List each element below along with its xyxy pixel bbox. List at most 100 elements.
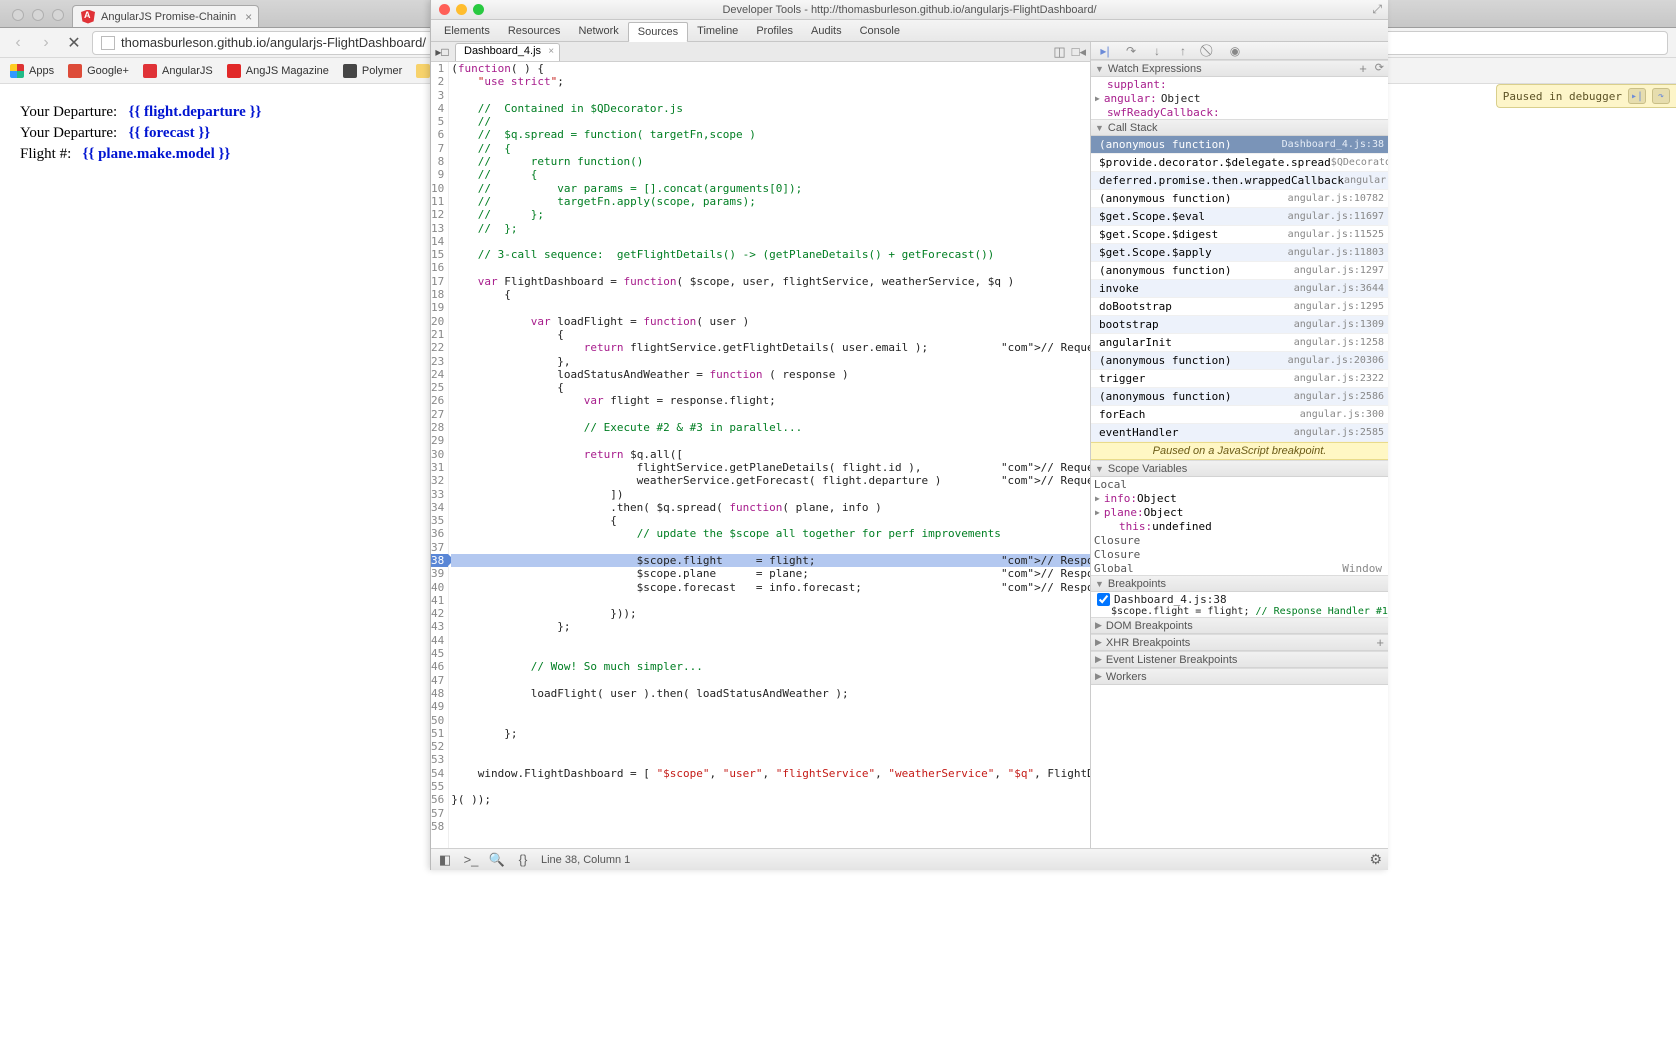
pause-on-exceptions-button[interactable]: ◉ [1227, 44, 1243, 58]
close-window-icon[interactable] [12, 9, 24, 21]
close-file-icon[interactable]: × [548, 46, 554, 57]
browser-tab[interactable]: AngularJS Promise-Chainin × [72, 5, 259, 27]
scope-global-header[interactable]: ▶GlobalWindow [1091, 561, 1388, 575]
line-number[interactable]: 51 [431, 727, 444, 740]
line-number[interactable]: 24 [431, 368, 444, 381]
panel-header-dom-breakpoints[interactable]: ▶DOM Breakpoints [1091, 617, 1388, 634]
breakpoint-item[interactable]: Dashboard_4.js:38 [1091, 592, 1388, 606]
code-line[interactable]: ]) [451, 488, 1090, 501]
code-line[interactable]: { [451, 514, 1090, 527]
line-number[interactable]: 33 [431, 488, 444, 501]
bookmark-item[interactable]: Apps [10, 64, 54, 78]
line-number[interactable]: 21 [431, 328, 444, 341]
code-line[interactable] [451, 700, 1090, 713]
dock-icon[interactable]: ◧ [437, 853, 453, 867]
callstack-frame[interactable]: (anonymous function)angular.js:2586 [1091, 388, 1388, 406]
callstack-frame[interactable]: (anonymous function)angular.js:20306 [1091, 352, 1388, 370]
code-line[interactable]: var flight = response.flight; [451, 394, 1090, 407]
line-number[interactable]: 31 [431, 461, 444, 474]
line-number[interactable]: 20 [431, 315, 444, 328]
code-line[interactable]: flightService.getPlaneDetails( flight.id… [451, 461, 1090, 474]
line-number[interactable]: 7 [431, 142, 444, 155]
line-number[interactable]: 28 [431, 421, 444, 434]
code-line[interactable] [451, 408, 1090, 421]
code-line[interactable] [451, 740, 1090, 753]
code-line[interactable]: // return function() [451, 155, 1090, 168]
scope-local-header[interactable]: ▼Local [1091, 477, 1388, 491]
code-line[interactable]: window.FlightDashboard = [ "$scope", "us… [451, 767, 1090, 780]
devtools-tab-elements[interactable]: Elements [435, 22, 499, 40]
code-line[interactable]: }; [451, 620, 1090, 633]
line-number[interactable]: 17 [431, 275, 444, 288]
code-line[interactable] [451, 301, 1090, 314]
line-number[interactable]: 15 [431, 248, 444, 261]
code-line[interactable]: // Contained in $QDecorator.js [451, 102, 1090, 115]
code-line[interactable]: return flightService.getFlightDetails( u… [451, 341, 1090, 354]
code-line[interactable]: // { [451, 142, 1090, 155]
code-line[interactable]: (function( ) { [451, 62, 1090, 75]
panel-header-workers[interactable]: ▶Workers [1091, 668, 1388, 685]
code-line[interactable]: .then( $q.spread( function( plane, info … [451, 501, 1090, 514]
devtools-tab-timeline[interactable]: Timeline [688, 22, 747, 40]
resume-icon[interactable]: ▸| [1628, 88, 1646, 104]
code-line[interactable] [451, 634, 1090, 647]
callstack-frame[interactable]: $get.Scope.$evalangular.js:11697 [1091, 208, 1388, 226]
code-line[interactable]: // }; [451, 208, 1090, 221]
callstack-frame[interactable]: eventHandlerangular.js:2585 [1091, 424, 1388, 442]
callstack-frame[interactable]: $get.Scope.$applyangular.js:11803 [1091, 244, 1388, 262]
line-number[interactable]: 29 [431, 434, 444, 447]
line-number[interactable]: 30 [431, 448, 444, 461]
add-xhr-breakpoint-icon[interactable]: + [1376, 635, 1384, 650]
expand-icon[interactable]: ▶ [1095, 508, 1100, 517]
code-line[interactable]: // Execute #2 & #3 in parallel... [451, 421, 1090, 434]
navigator-toggle-icon[interactable]: ▸□ [433, 43, 451, 61]
line-number[interactable]: 47 [431, 674, 444, 687]
code-line[interactable]: return $q.all([ [451, 448, 1090, 461]
minimize-window-icon[interactable] [32, 9, 44, 21]
devtools-tab-audits[interactable]: Audits [802, 22, 851, 40]
line-number[interactable]: 23 [431, 355, 444, 368]
line-number[interactable]: 55 [431, 780, 444, 793]
code-line[interactable] [451, 647, 1090, 660]
callstack-frame[interactable]: invokeangular.js:3644 [1091, 280, 1388, 298]
line-number[interactable]: 57 [431, 807, 444, 820]
code-line[interactable]: weatherService.getForecast( flight.depar… [451, 474, 1090, 487]
callstack-frame[interactable]: deferred.promise.then.wrappedCallbackang… [1091, 172, 1388, 190]
line-number[interactable]: 27 [431, 408, 444, 421]
scope-closure-header[interactable]: ▶Closure [1091, 547, 1388, 561]
code-line[interactable]: var FlightDashboard = function( $scope, … [451, 275, 1090, 288]
line-number[interactable]: 32 [431, 474, 444, 487]
code-line[interactable]: "use strict"; [451, 75, 1090, 88]
reload-button[interactable]: ✕ [64, 33, 84, 53]
line-number[interactable]: 41 [431, 594, 444, 607]
line-number[interactable]: 14 [431, 235, 444, 248]
code-line[interactable]: }, [451, 355, 1090, 368]
code-line[interactable]: $scope.plane = plane; "com">// Response … [451, 567, 1090, 580]
code-line[interactable]: { [451, 288, 1090, 301]
line-number[interactable]: 5 [431, 115, 444, 128]
code-line[interactable] [451, 541, 1090, 554]
code-line[interactable]: // 3-call sequence: getFlightDetails() -… [451, 248, 1090, 261]
bookmark-item[interactable]: Polymer [343, 64, 402, 78]
line-number[interactable]: 43 [431, 620, 444, 633]
code-line[interactable]: // { [451, 168, 1090, 181]
file-tab[interactable]: Dashboard_4.js × [455, 43, 560, 61]
scope-variable[interactable]: ▶info: Object [1091, 491, 1388, 505]
callstack-frame[interactable]: angularInitangular.js:1258 [1091, 334, 1388, 352]
settings-icon[interactable]: ⚙ [1369, 851, 1382, 868]
panel-header-event-listener-breakpoints[interactable]: ▶Event Listener Breakpoints [1091, 651, 1388, 668]
devtools-minimize-icon[interactable] [456, 4, 467, 15]
line-number[interactable]: 39 [431, 567, 444, 580]
search-icon[interactable]: 🔍 [489, 853, 505, 867]
refresh-watch-icon[interactable]: ⟳ [1375, 61, 1384, 76]
callstack-frame[interactable]: doBootstrapangular.js:1295 [1091, 298, 1388, 316]
line-number[interactable]: 54 [431, 767, 444, 780]
scope-variable[interactable]: ▶plane: Object [1091, 505, 1388, 519]
line-number[interactable]: 19 [431, 301, 444, 314]
code-line[interactable]: }( )); [451, 793, 1090, 806]
breakpoint-checkbox[interactable] [1097, 593, 1110, 606]
code-line[interactable] [451, 235, 1090, 248]
callstack-frame[interactable]: triggerangular.js:2322 [1091, 370, 1388, 388]
pretty-print-icon[interactable]: {} [515, 853, 531, 867]
line-number[interactable]: 45 [431, 647, 444, 660]
